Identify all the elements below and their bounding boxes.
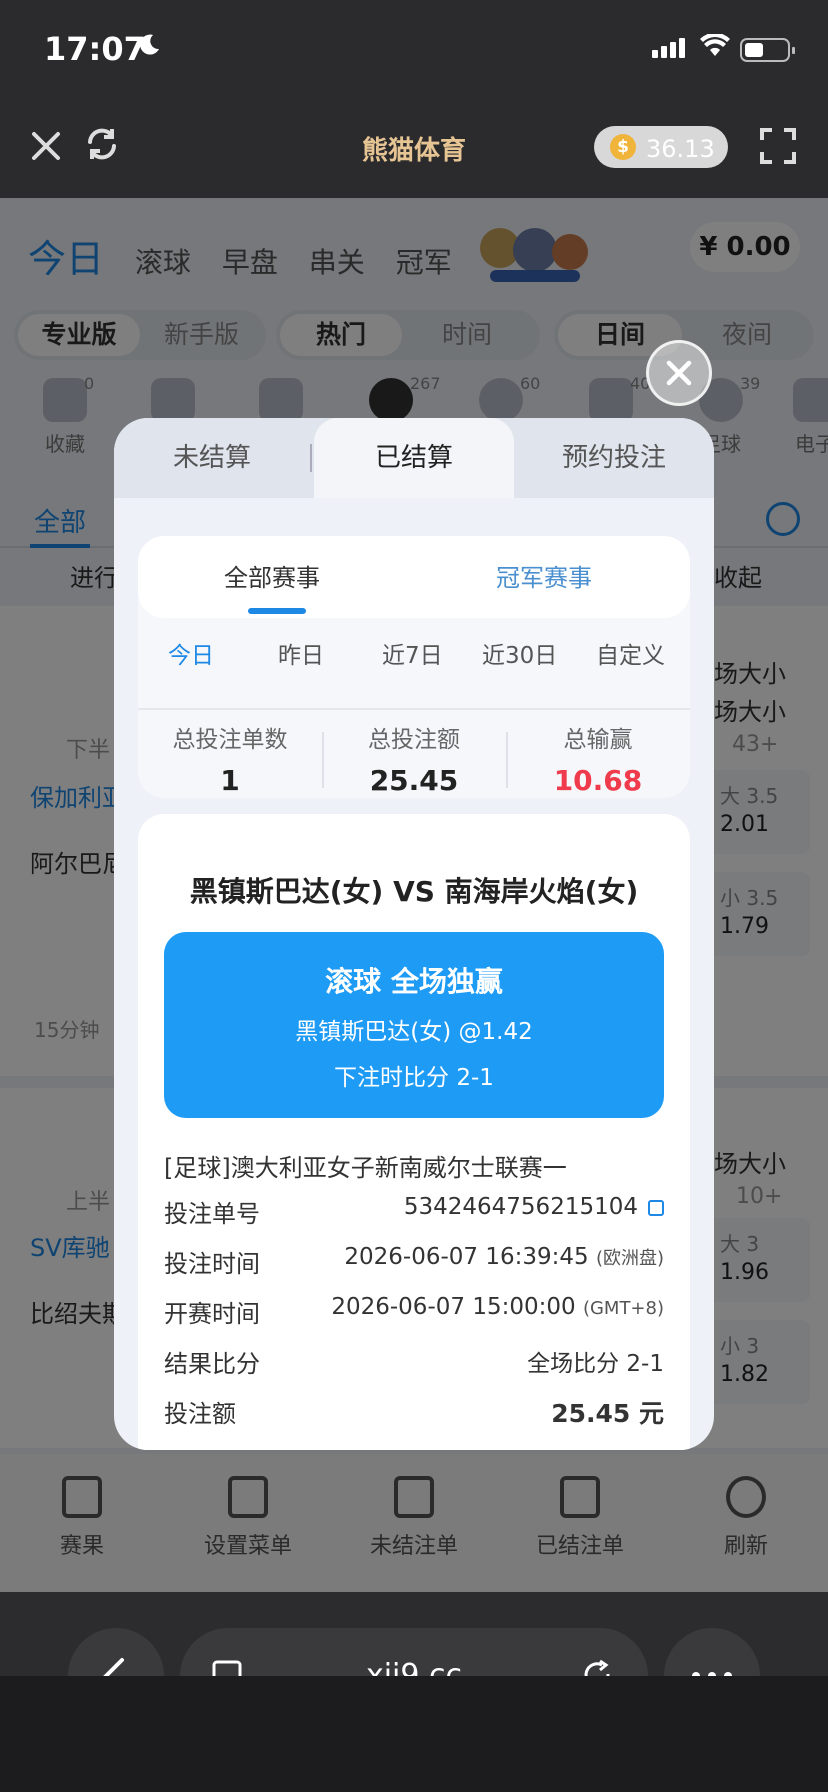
- battery-icon: [740, 38, 795, 62]
- timezone: (GMT+8): [582, 1298, 664, 1319]
- coin-value: 36.13: [646, 135, 715, 163]
- date-custom[interactable]: 自定义: [596, 636, 665, 670]
- moon-icon: [140, 34, 159, 55]
- date-7days[interactable]: 近7日: [382, 636, 443, 670]
- result-score-value: 全场比分 2-1: [527, 1351, 664, 1377]
- coin-balance[interactable]: $ 36.13: [594, 126, 728, 168]
- bet-time-value: 2026-06-07 16:39:45: [344, 1244, 589, 1270]
- fullscreen-icon[interactable]: [760, 128, 796, 164]
- bet-score: 下注时比分 2-1: [334, 1065, 494, 1091]
- date-filter-tabs: 今日 昨日 近7日 近30日 自定义: [138, 636, 690, 686]
- tab-reserved[interactable]: 预约投注: [514, 418, 714, 498]
- stat-bet-amount: 总投注额 25.45: [368, 727, 460, 797]
- date-yesterday[interactable]: 昨日: [278, 636, 324, 670]
- tab-settled[interactable]: 已结算: [314, 418, 514, 498]
- home-indicator-area: [0, 1676, 828, 1792]
- divider: [138, 708, 690, 710]
- stat-bet-count: 总投注单数 1: [172, 727, 288, 797]
- bet-type: 滚球 全场独赢: [325, 965, 503, 998]
- bet-detail-card: 黑镇斯巴达(女) VS 南海岸火焰(女) 滚球 全场独赢 黑镇斯巴达(女) @1…: [138, 814, 690, 1450]
- tab-unsettled[interactable]: 未结算: [114, 418, 310, 498]
- copy-icon[interactable]: [648, 1199, 664, 1216]
- settlement-tabs: 未结算 已结算 预约投注: [114, 418, 714, 498]
- detail-stake: 投注额 25.45 元: [164, 1394, 664, 1434]
- bet-selection-box: 滚球 全场独赢 黑镇斯巴达(女) @1.42 下注时比分 2-1: [164, 932, 664, 1118]
- summary-card: 全部赛事 冠军赛事 今日 昨日 近7日 近30日 自定义 总投注单数 1 总投注…: [138, 536, 690, 798]
- stat-win-loss: 总输赢 10.68: [553, 727, 643, 797]
- status-time: 17:07: [44, 30, 146, 68]
- start-time-value: 2026-06-07 15:00:00: [331, 1294, 576, 1320]
- app-header: 熊猫体育 $ 36.13: [0, 96, 828, 198]
- signal-icon: [652, 38, 688, 58]
- detail-bet-number: 投注单号 5342464756215104: [164, 1194, 664, 1234]
- league-name: [足球]澳大利亚女子新南威尔士联赛一: [164, 1154, 567, 1182]
- bet-pick: 黑镇斯巴达(女) @1.42: [295, 1019, 533, 1045]
- modal-close-icon[interactable]: [646, 340, 712, 406]
- stake-value: 25.45 元: [551, 1399, 664, 1428]
- bet-number-value: 5342464756215104: [403, 1194, 638, 1220]
- detail-start-time: 开赛时间 2026-06-07 15:00:00 (GMT+8): [164, 1294, 664, 1328]
- date-today[interactable]: 今日: [168, 636, 214, 670]
- tab-champion-events[interactable]: 冠军赛事: [496, 558, 592, 593]
- detail-bet-time: 投注时间 2026-06-07 16:39:45 (欧洲盘): [164, 1244, 664, 1278]
- coin-icon: $: [610, 134, 636, 160]
- tab-divider: [310, 444, 312, 472]
- odds-format: (欧洲盘): [595, 1248, 664, 1269]
- match-title: 黑镇斯巴达(女) VS 南海岸火焰(女): [189, 875, 639, 908]
- detail-result-score: 结果比分 全场比分 2-1: [164, 1344, 664, 1384]
- tab-all-events[interactable]: 全部赛事: [224, 558, 320, 593]
- status-bar: 17:07: [0, 0, 828, 96]
- bet-record-modal: 未结算 已结算 预约投注 全部赛事 冠军赛事 今日 昨日 近7日 近30日 自定…: [114, 418, 714, 1450]
- event-type-tabs: 全部赛事 冠军赛事: [138, 536, 690, 618]
- wifi-icon: [700, 34, 730, 56]
- tab-underline: [248, 608, 306, 614]
- date-30days[interactable]: 近30日: [482, 636, 557, 670]
